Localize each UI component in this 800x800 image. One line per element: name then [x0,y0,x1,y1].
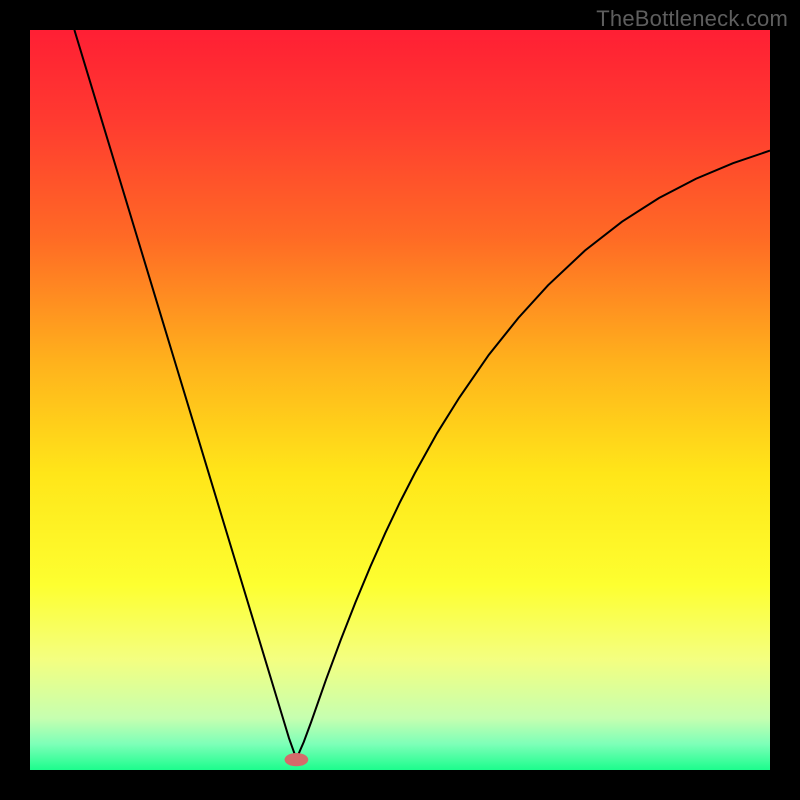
gradient-background [30,30,770,770]
minimum-marker [285,753,309,766]
watermark-text: TheBottleneck.com [596,6,788,32]
plot-area [30,30,770,770]
chart-frame: TheBottleneck.com [0,0,800,800]
chart-svg [30,30,770,770]
